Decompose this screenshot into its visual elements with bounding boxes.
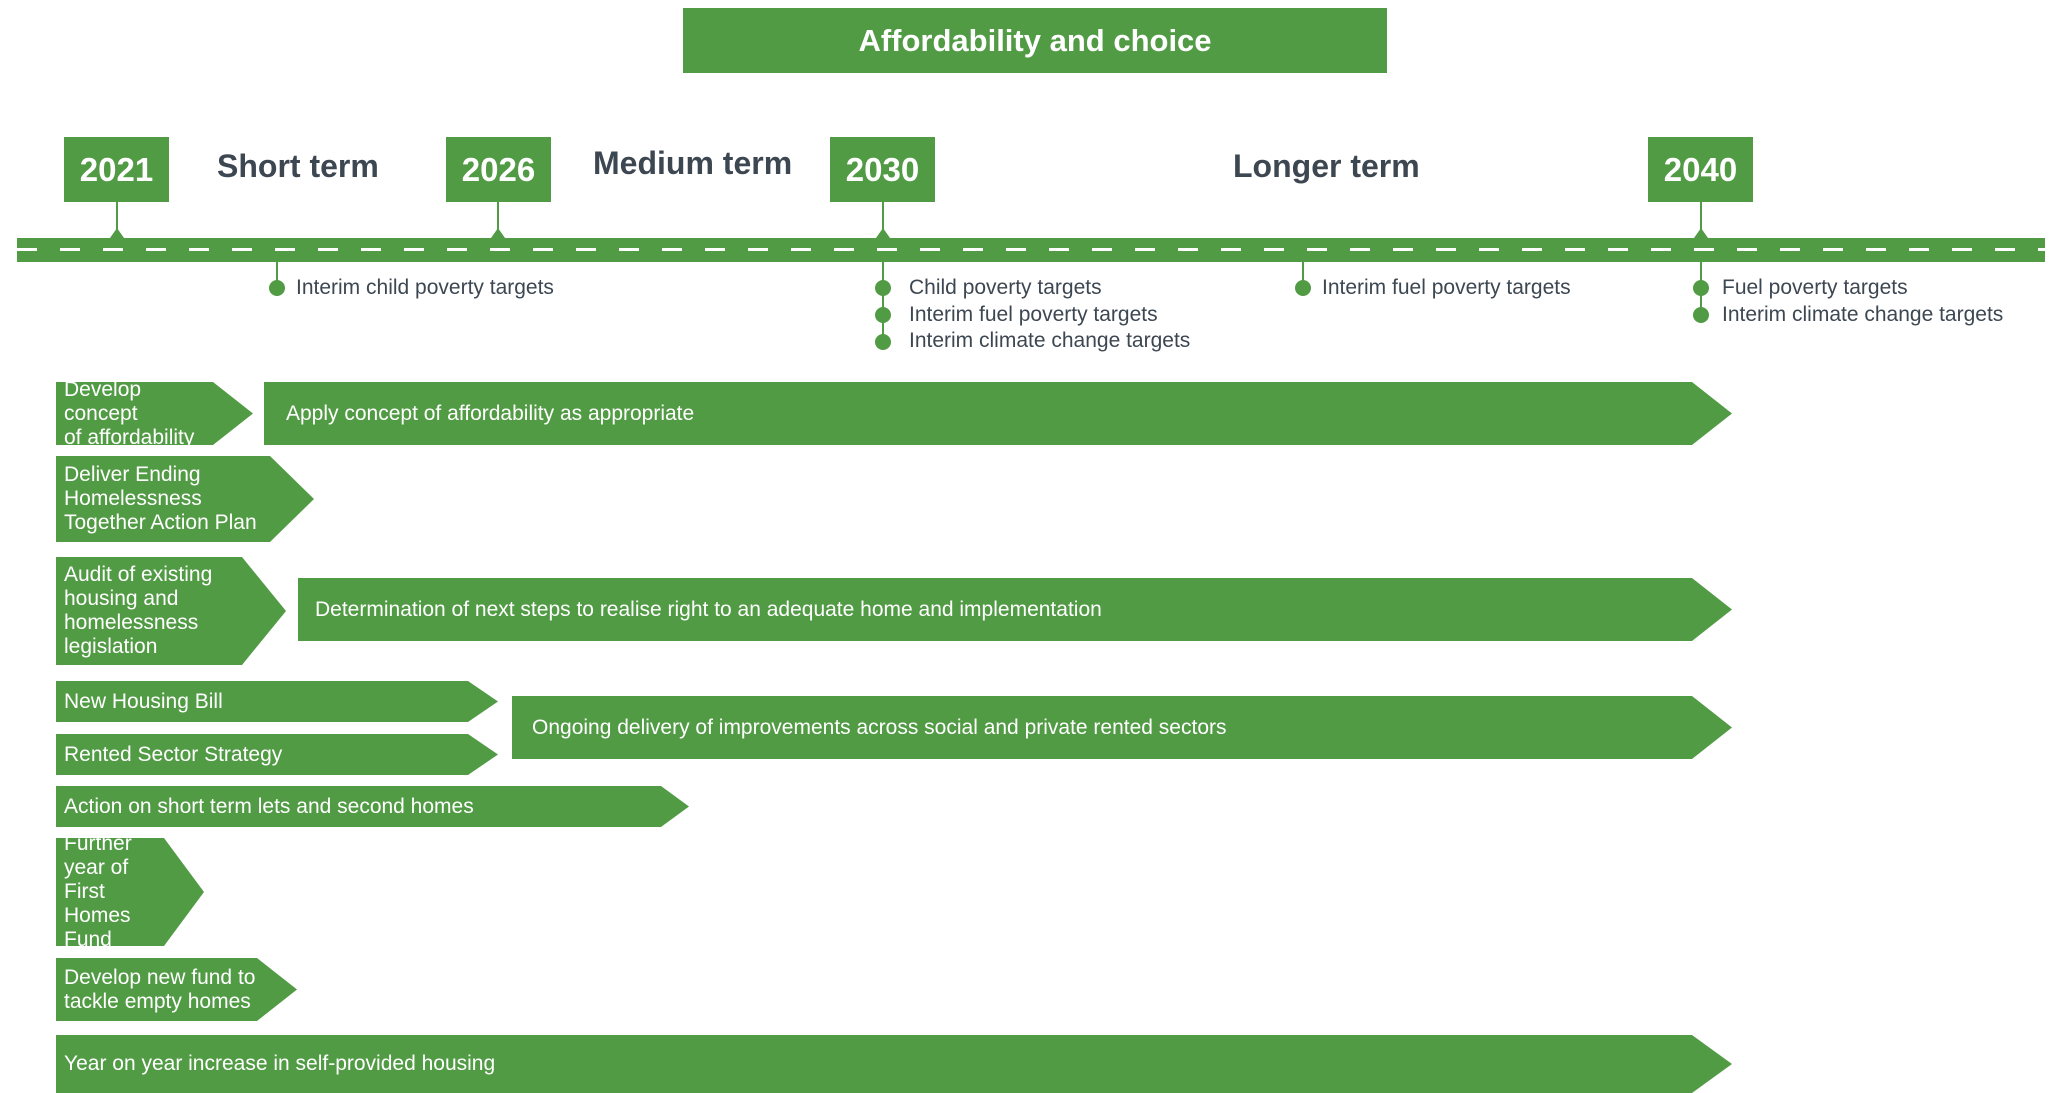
action-apply-concept-affordability: Apply concept of affordability as approp… bbox=[264, 382, 1732, 445]
milestone-interim-climate-change-2: Interim climate change targets bbox=[1722, 303, 2004, 326]
milestone-interim-climate-change: Interim climate change targets bbox=[909, 329, 1191, 352]
action-new-housing-bill: New Housing Bill bbox=[56, 681, 498, 722]
action-next-steps-adequate-home: Determination of next steps to realise r… bbox=[298, 578, 1732, 641]
term-short-label: Short term bbox=[217, 148, 379, 184]
action-first-homes-fund: Further year of First Homes Fund bbox=[56, 838, 204, 946]
milestone-child-poverty: Child poverty targets bbox=[909, 276, 1102, 299]
action-ending-homelessness-plan: Deliver Ending Homelessness Together Act… bbox=[56, 456, 314, 542]
year-2021-box: 2021 bbox=[64, 137, 169, 202]
year-2040-box: 2040 bbox=[1648, 137, 1753, 202]
action-ongoing-improvements: Ongoing delivery of improvements across … bbox=[512, 696, 1732, 759]
milestone-dot bbox=[875, 280, 891, 296]
milestone-dot bbox=[1693, 307, 1709, 323]
milestone-dot bbox=[1693, 280, 1709, 296]
diagram-title: Affordability and choice bbox=[683, 8, 1387, 73]
axis-marker-2021 bbox=[110, 228, 124, 238]
milestone-dot bbox=[875, 307, 891, 323]
year-2030-box: 2030 bbox=[830, 137, 935, 202]
milestone-dot bbox=[269, 280, 285, 296]
milestone-stem bbox=[882, 262, 884, 344]
axis-marker-2026 bbox=[491, 228, 505, 238]
milestone-interim-fuel-poverty: Interim fuel poverty targets bbox=[909, 303, 1158, 326]
action-short-term-lets: Action on short term lets and second hom… bbox=[56, 786, 689, 827]
action-rented-sector-strategy: Rented Sector Strategy bbox=[56, 734, 498, 775]
term-longer-label: Longer term bbox=[1233, 148, 1420, 184]
action-empty-homes-fund: Develop new fund to tackle empty homes bbox=[56, 958, 297, 1021]
milestone-dot bbox=[1295, 280, 1311, 296]
milestone-dot bbox=[875, 334, 891, 350]
milestone-fuel-poverty: Fuel poverty targets bbox=[1722, 276, 1908, 299]
milestone-interim-child-poverty: Interim child poverty targets bbox=[296, 276, 554, 299]
action-develop-concept-affordability: Develop concept of affordability bbox=[56, 382, 253, 445]
action-self-provided-housing: Year on year increase in self-provided h… bbox=[56, 1035, 1732, 1093]
timeline-dashes bbox=[17, 248, 2045, 251]
action-audit-legislation: Audit of existing housing and homelessne… bbox=[56, 557, 286, 665]
axis-marker-2040 bbox=[1694, 228, 1708, 238]
axis-marker-2030 bbox=[876, 228, 890, 238]
milestone-interim-fuel-poverty-2: Interim fuel poverty targets bbox=[1322, 276, 1571, 299]
roadmap-diagram: Affordability and choice 2021 2026 2030 … bbox=[0, 0, 2052, 1088]
term-medium-label: Medium term bbox=[593, 145, 793, 181]
year-2026-box: 2026 bbox=[446, 137, 551, 202]
